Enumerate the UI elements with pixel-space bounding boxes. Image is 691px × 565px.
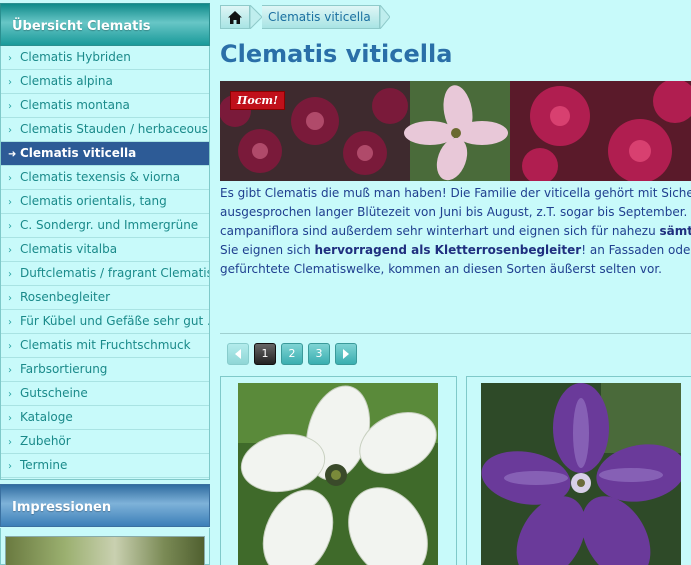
sidebar-item-label: Clematis mit Fruchtschmuck (20, 338, 191, 352)
sidebar-item[interactable]: › Rosenbegleiter (1, 286, 209, 310)
sidebar-item[interactable]: › Für Kübel und Gefäße sehr gut ... (1, 310, 209, 334)
impressions-photo[interactable] (5, 536, 205, 565)
breadcrumb-current: Clematis viticella (262, 5, 380, 29)
arrow-right-icon: ➜ (8, 149, 17, 160)
pagination-prev-button[interactable] (227, 343, 249, 365)
sidebar-item-label: Clematis Hybriden (20, 50, 131, 64)
product-photo[interactable] (481, 383, 681, 565)
page-title: Clematis viticella (220, 40, 453, 68)
banner-image: Поcm! (220, 81, 691, 181)
sidebar-item[interactable]: › Farbsortierung (1, 358, 209, 382)
sidebar-item-label: Rosenbegleiter (20, 290, 111, 304)
pagination-page-2[interactable]: 2 (281, 343, 303, 365)
sidebar-item[interactable]: › Clematis mit Fruchtschmuck (1, 334, 209, 358)
product-photo[interactable] (238, 383, 438, 565)
chevron-right-icon: › (8, 101, 12, 112)
banner-badge: Поcm! (230, 91, 285, 110)
sidebar-item-label: Termine (20, 458, 68, 472)
chevron-right-icon: › (8, 461, 12, 472)
banner-flowers (220, 81, 691, 181)
chevron-left-icon (235, 349, 241, 359)
sidebar-item[interactable]: › Kataloge (1, 406, 209, 430)
chevron-right-icon: › (8, 173, 12, 184)
breadcrumb-home[interactable] (220, 5, 250, 29)
description-line: gefürchtete Clematiswelke, kommen an die… (220, 262, 662, 276)
sidebar-item[interactable]: › Clematis Hybriden (1, 46, 209, 70)
sidebar-item[interactable]: › Clematis montana (1, 94, 209, 118)
sidebar-item-label: Clematis viticella (20, 146, 137, 160)
pagination-page-3[interactable]: 3 (308, 343, 330, 365)
pagination-next-button[interactable] (335, 343, 357, 365)
home-icon (228, 10, 242, 24)
sidebar-item-label: Duftclematis / fragrant Clematis (20, 266, 209, 280)
category-list: › Clematis Hybriden › Clematis alpina › Clema… (0, 46, 210, 480)
sidebar-item-label: Clematis montana (20, 98, 130, 112)
sidebar-item[interactable]: › C. Sondergr. und Immergrüne (1, 214, 209, 238)
sidebar: Übersicht Clematis › Clematis Hybriden › Cl… (0, 0, 210, 565)
chevron-right-icon: › (8, 125, 12, 136)
sidebar-item-label: Für Kübel und Gefäße sehr gut ... (20, 314, 209, 328)
sidebar-item-label: Clematis texensis & viorna (20, 170, 181, 184)
description-line: ausgesprochen langer Blütezeit von Juni … (220, 205, 691, 219)
sidebar-item-label: Clematis orientalis, tang (20, 194, 167, 208)
chevron-right-icon: › (8, 413, 12, 424)
product-card[interactable] (220, 376, 457, 565)
product-card[interactable] (466, 376, 691, 565)
chevron-right-icon: › (8, 245, 12, 256)
sidebar-item[interactable]: ➜ Clematis viticella (1, 142, 209, 166)
pagination: 1 2 3 (227, 343, 357, 365)
sidebar-item-label: Gutscheine (20, 386, 88, 400)
sidebar-item[interactable]: › Clematis alpina (1, 70, 209, 94)
divider (220, 333, 691, 334)
sidebar-item-label: Farbsortierung (20, 362, 108, 376)
sidebar-item-label: Clematis vitalba (20, 242, 118, 256)
sidebar-item[interactable]: › Duftclematis / fragrant Clematis (1, 262, 209, 286)
chevron-right-icon: › (8, 341, 12, 352)
chevron-right-icon: › (8, 77, 12, 88)
breadcrumb-separator-icon (250, 5, 262, 29)
sidebar-item-label: C. Sondergr. und Immergrüne (20, 218, 199, 232)
description-line: Sie eignen sich hervorragend als Kletter… (220, 243, 691, 257)
chevron-right-icon: › (8, 269, 12, 280)
sidebar-item[interactable]: › Clematis orientalis, tang (1, 190, 209, 214)
sidebar-item[interactable]: › Zubehör (1, 430, 209, 454)
pagination-page-1[interactable]: 1 (254, 343, 276, 365)
impressions-header: Impressionen (0, 484, 210, 527)
sidebar-item[interactable]: › Clematis Stauden / herbaceous (1, 118, 209, 142)
chevron-right-icon: › (8, 221, 12, 232)
chevron-right-icon: › (8, 437, 12, 448)
chevron-right-icon: › (8, 53, 12, 64)
impressions-box (0, 528, 210, 565)
description: Es gibt Clematis die muß man haben! Die … (220, 184, 691, 284)
sidebar-item[interactable]: › Clematis vitalba (1, 238, 209, 262)
sidebar-item-label: Kataloge (20, 410, 73, 424)
chevron-right-icon (343, 349, 349, 359)
sidebar-item-label: Zubehör (20, 434, 71, 448)
sidebar-item[interactable]: › Gutscheine (1, 382, 209, 406)
description-line: campaniflora sind außerdem sehr winterha… (220, 224, 691, 238)
chevron-right-icon: › (8, 293, 12, 304)
chevron-right-icon: › (8, 317, 12, 328)
description-line: Es gibt Clematis die muß man haben! Die … (220, 186, 691, 200)
breadcrumb: Clematis viticella (220, 5, 390, 29)
sidebar-item-label: Clematis Stauden / herbaceous (20, 122, 208, 136)
sidebar-header: Übersicht Clematis (0, 3, 210, 46)
chevron-right-icon: › (8, 197, 12, 208)
chevron-right-icon: › (8, 365, 12, 376)
sidebar-item-label: Clematis alpina (20, 74, 113, 88)
sidebar-item[interactable]: › Clematis texensis & viorna (1, 166, 209, 190)
breadcrumb-end-icon (379, 5, 390, 29)
chevron-right-icon: › (8, 389, 12, 400)
sidebar-item[interactable]: › Termine (1, 454, 209, 478)
